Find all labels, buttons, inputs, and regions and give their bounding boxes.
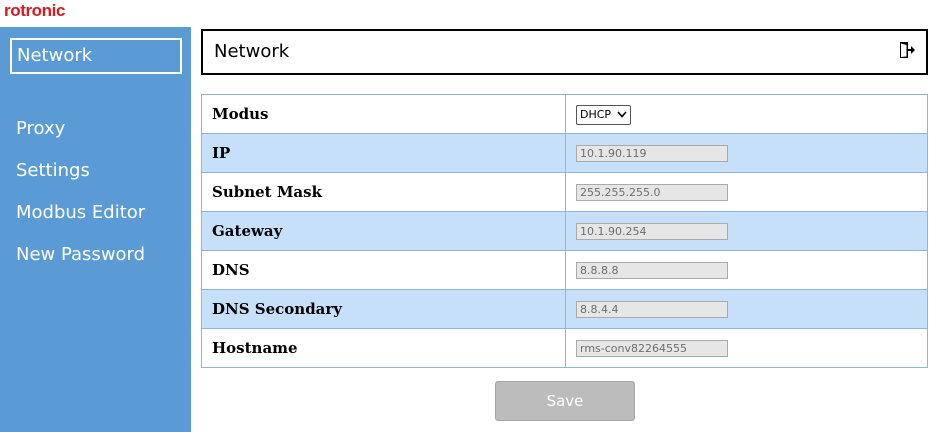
chevron-down-icon	[617, 111, 627, 118]
subnet-mask-field[interactable]: 255.255.255.0	[576, 183, 728, 201]
hostname-label: Hostname	[201, 328, 566, 368]
sidebar-item-modbus-editor[interactable]: Modbus Editor	[10, 195, 182, 231]
table-row-gateway: Gateway 10.1.90.254	[201, 211, 928, 251]
table-row-subnet-mask: Subnet Mask 255.255.255.0	[201, 172, 928, 212]
modus-select-value: DHCP	[580, 108, 612, 122]
modus-select[interactable]: DHCP	[576, 104, 632, 125]
table-row-ip: IP 10.1.90.119	[201, 133, 928, 173]
ip-field[interactable]: 10.1.90.119	[576, 144, 728, 162]
ip-label: IP	[201, 133, 566, 173]
logout-icon[interactable]	[898, 41, 916, 59]
dns-secondary-field[interactable]: 8.8.4.4	[576, 300, 728, 318]
modus-label: Modus	[201, 94, 566, 134]
rotronic-logo: rotronic	[4, 1, 66, 20]
sidebar-item-proxy[interactable]: Proxy	[10, 111, 182, 147]
page-header: Network	[201, 29, 928, 75]
page-title: Network	[214, 41, 290, 62]
gateway-label: Gateway	[201, 211, 566, 251]
subnet-mask-label: Subnet Mask	[201, 172, 566, 212]
dns-secondary-label: DNS Secondary	[201, 289, 566, 329]
network-settings-table: Modus DHCP IP 10.1.90.119 Subnet Mask 25…	[201, 94, 928, 368]
hostname-field[interactable]: rms-conv82264555	[576, 339, 728, 357]
dns-field[interactable]: 8.8.8.8	[576, 261, 728, 279]
sidebar-item-new-password[interactable]: New Password	[10, 237, 182, 273]
table-row-modus: Modus DHCP	[201, 94, 928, 134]
save-button[interactable]: Save	[495, 381, 635, 421]
sidebar-nav: Network Proxy Settings Modbus Editor New…	[0, 27, 191, 432]
sidebar-item-settings[interactable]: Settings	[10, 153, 182, 189]
table-row-dns-secondary: DNS Secondary 8.8.4.4	[201, 289, 928, 329]
gateway-field[interactable]: 10.1.90.254	[576, 222, 728, 240]
sidebar-item-network[interactable]: Network	[10, 38, 182, 74]
table-row-dns: DNS 8.8.8.8	[201, 250, 928, 290]
table-row-hostname: Hostname rms-conv82264555	[201, 328, 928, 368]
dns-label: DNS	[201, 250, 566, 290]
